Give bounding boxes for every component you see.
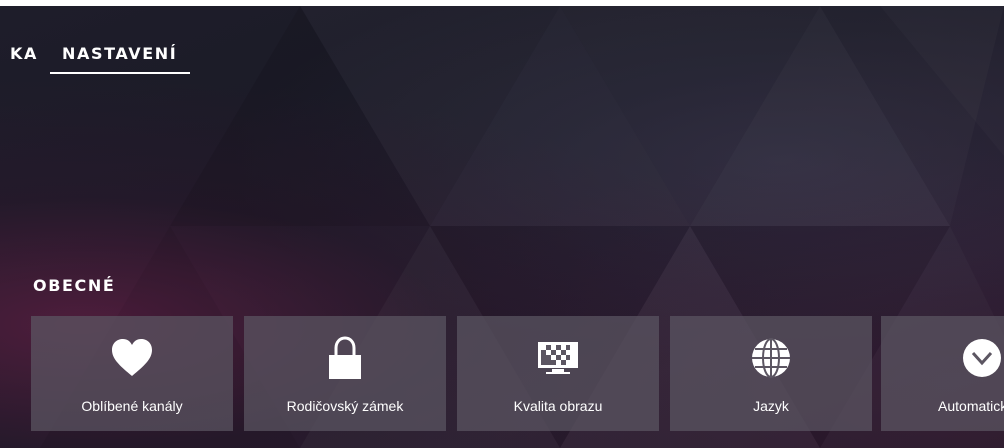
section-title: OBECNÉ	[33, 276, 116, 295]
settings-screen: KA NASTAVENÍ OBECNÉ Oblíbené kanály Rodi…	[0, 6, 1004, 448]
lock-icon	[244, 336, 446, 380]
active-tab-underline	[50, 72, 190, 74]
heart-icon	[31, 336, 233, 380]
tile-label: Kvalita obrazu	[513, 398, 603, 414]
tv-quality-icon	[457, 336, 659, 380]
tile-favorite-channels[interactable]: Oblíbené kanály	[31, 316, 233, 431]
tile-label: Jazyk	[753, 398, 789, 414]
tile-label: Rodičovský zámek	[286, 398, 404, 414]
top-navigation: KA NASTAVENÍ	[0, 6, 1004, 78]
tile-picture-quality[interactable]: Kvalita obrazu	[457, 316, 659, 431]
globe-icon	[670, 336, 872, 380]
tile-parental-lock[interactable]: Rodičovský zámek	[244, 316, 446, 431]
settings-tiles-row: Oblíbené kanály Rodičovský zámek Kvalita…	[31, 316, 1004, 431]
tile-label: Automatické v	[938, 398, 1004, 414]
chevron-down-circle-icon	[881, 336, 1004, 380]
tile-automatic[interactable]: Automatické v	[881, 316, 1004, 431]
tile-label: Oblíbené kanály	[81, 398, 183, 414]
nav-tab-previous[interactable]: KA	[10, 44, 38, 63]
tile-language[interactable]: Jazyk	[670, 316, 872, 431]
nav-tab-settings[interactable]: NASTAVENÍ	[62, 44, 177, 63]
